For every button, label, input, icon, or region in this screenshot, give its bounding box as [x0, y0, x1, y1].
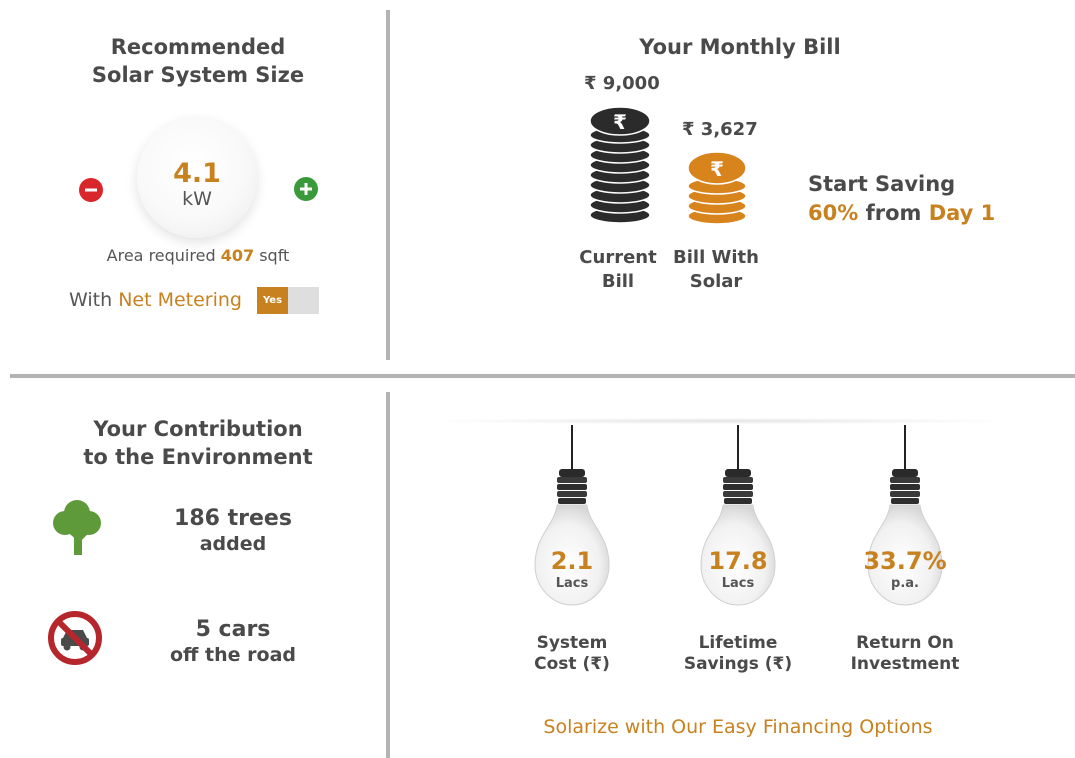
trees-caption: added	[199, 533, 267, 555]
no-car-icon	[48, 611, 102, 665]
return-on-investment-label-line2: Investment	[850, 654, 960, 674]
vertical-divider-top	[386, 10, 390, 360]
savings-percent: 60%	[808, 201, 859, 225]
net-metering-label: Net Metering	[118, 289, 242, 311]
decrease-size-button[interactable]	[79, 178, 103, 202]
current-bill-label-line1: Current	[579, 247, 657, 268]
net-metering-row: With Net Metering	[69, 289, 242, 311]
system-size-title: Recommended Solar System Size	[30, 33, 366, 89]
cars-caption: off the road	[169, 644, 296, 666]
vertical-divider-bottom	[386, 392, 390, 758]
current-bill-coin-stack-icon: ₹	[589, 106, 651, 224]
system-cost-label-line1: System	[536, 633, 608, 653]
lifetime-savings-value: 17.8	[708, 547, 768, 575]
solar-bill-label: Bill With Solar	[666, 246, 766, 294]
system-cost-label-line2: Cost (₹)	[534, 654, 610, 674]
system-cost-value: 2.1	[550, 547, 594, 575]
system-size-value: 4.1	[173, 158, 221, 189]
lifetime-savings-label: Lifetime Savings (₹)	[658, 633, 818, 675]
net-metering-toggle-label: Yes	[257, 287, 288, 314]
area-required: Area required 407 sqft	[40, 246, 356, 265]
current-bill-amount: ₹ 9,000	[584, 73, 660, 94]
savings-message-line2: 60% from Day 1	[808, 199, 995, 228]
bulbs-shelf	[440, 418, 1000, 424]
system-size-title-line1: Recommended	[110, 35, 286, 59]
net-metering-toggle[interactable]: Yes	[257, 287, 319, 314]
cars-count: 5 cars	[195, 617, 271, 642]
horizontal-divider	[10, 374, 1075, 378]
trees-count: 186 trees	[174, 506, 292, 531]
savings-message: Start Saving 60% from Day 1	[808, 170, 995, 228]
system-size-title-line2: Solar System Size	[91, 63, 305, 87]
solar-bill-label-line2: Solar	[689, 271, 743, 292]
net-metering-prefix: With	[69, 289, 113, 311]
financing-options-link[interactable]: Solarize with Our Easy Financing Options	[470, 716, 1006, 738]
increase-size-button[interactable]	[294, 177, 318, 201]
lifetime-savings-label-line1: Lifetime	[698, 633, 778, 653]
solar-bill-amount: ₹ 3,627	[682, 119, 758, 140]
environment-title-line2: to the Environment	[83, 445, 313, 469]
solar-bill-coin-stack-icon: ₹	[687, 151, 747, 225]
area-required-value: 407	[220, 246, 255, 265]
tree-icon	[53, 500, 101, 555]
lifetime-savings-unit: Lacs	[721, 576, 755, 591]
lifetime-savings-label-line2: Savings (₹)	[683, 654, 793, 674]
plus-icon	[300, 183, 312, 195]
svg-text:₹: ₹	[613, 110, 627, 134]
savings-from-text: from	[865, 201, 922, 225]
savings-day: Day 1	[928, 201, 996, 225]
solar-bill-label-line1: Bill With	[673, 247, 759, 268]
minus-icon	[85, 188, 97, 192]
current-bill-label-line2: Bill	[601, 271, 635, 292]
environment-title: Your Contribution to the Environment	[30, 415, 366, 471]
return-on-investment-value: 33.7%	[863, 547, 947, 575]
area-required-label: Area required	[106, 246, 216, 265]
system-size-dial: 4.1 kW	[137, 118, 257, 238]
return-on-investment-unit: p.a.	[891, 576, 919, 591]
cars-stat: 5 cars off the road	[150, 617, 316, 667]
monthly-bill-title: Your Monthly Bill	[639, 35, 841, 59]
svg-text:₹: ₹	[710, 157, 724, 181]
system-cost-label: System Cost (₹)	[492, 633, 652, 675]
trees-stat: 186 trees added	[150, 506, 316, 556]
return-on-investment-label: Return On Investment	[825, 633, 985, 675]
savings-message-line1: Start Saving	[808, 172, 956, 196]
area-required-unit: sqft	[259, 246, 290, 265]
return-on-investment-label-line1: Return On	[856, 633, 954, 653]
system-size-unit: kW	[182, 188, 212, 210]
environment-title-line1: Your Contribution	[93, 417, 303, 441]
current-bill-label: Current Bill	[570, 246, 666, 294]
system-cost-unit: Lacs	[555, 576, 589, 591]
